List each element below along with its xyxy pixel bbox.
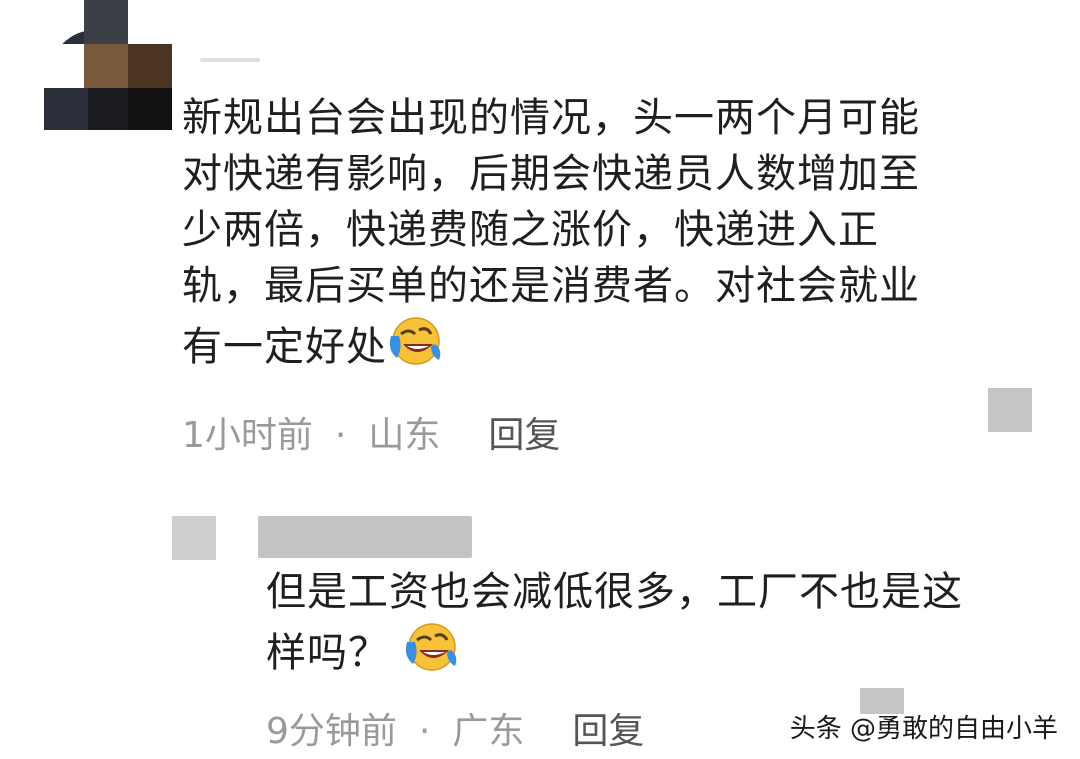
reply-meta: 9分钟前 · 广东 回复 [266, 702, 644, 754]
comment-line: 新规出台会出现的情况，头一两个月可能 [182, 95, 920, 141]
reply-body: 但是工资也会减低很多，工厂不也是这 样吗？ [266, 564, 963, 681]
comment-time: 1小时前 [182, 415, 313, 456]
laughing-crying-emoji-icon [389, 317, 441, 365]
comment-line-last: 样吗？ [266, 620, 963, 681]
avatar[interactable] [44, 0, 174, 130]
comment-line: 但是工资也会减低很多，工厂不也是这 [266, 569, 963, 615]
reply-button[interactable]: 回复 [572, 711, 644, 752]
separator-dot: · [418, 711, 431, 752]
comment-location: 广东 [452, 711, 525, 752]
separator-dot: · [334, 415, 347, 456]
username-redacted [258, 516, 472, 558]
comment-line: 对快递有影响，后期会快递员人数增加至 [182, 151, 920, 197]
like-icon-redacted[interactable] [988, 388, 1032, 432]
reply-button[interactable]: 回复 [488, 415, 560, 456]
watermark: 头条 @勇敢的自由小羊 [789, 714, 1058, 744]
comment-screenshot: 新规出台会出现的情况，头一两个月可能 对快递有影响，后期会快递员人数增加至 少两… [0, 0, 1080, 759]
comment-line: 轨，最后买单的还是消费者。对社会就业 [182, 263, 920, 309]
username-redacted [200, 58, 260, 62]
comment-time: 9分钟前 [266, 711, 397, 752]
avatar[interactable] [172, 516, 216, 560]
comment-line: 少两倍，快递费随之涨价，快递进入正 [182, 207, 879, 253]
comment-body: 新规出台会出现的情况，头一两个月可能 对快递有影响，后期会快递员人数增加至 少两… [182, 90, 920, 375]
comment-line-last: 有一定好处 [182, 314, 920, 375]
laughing-crying-emoji-icon [405, 623, 457, 671]
comment-meta: 1小时前 · 山东 回复 [182, 406, 560, 458]
comment-location: 山东 [368, 415, 441, 456]
